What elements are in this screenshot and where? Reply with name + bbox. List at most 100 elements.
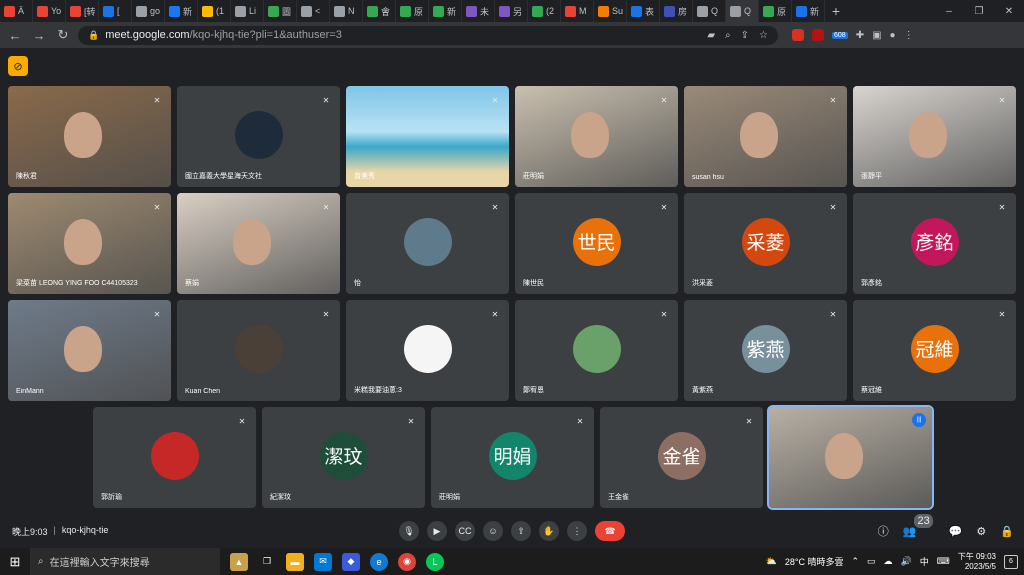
raise-hand-icon[interactable]: ✋ <box>539 521 559 541</box>
participant-tile[interactable]: ||| <box>767 405 934 510</box>
share-icon[interactable]: ⇪ <box>741 30 749 41</box>
participant-tile[interactable]: 彥銘 ✕ 郭彥銘 <box>853 193 1016 294</box>
file-explorer-icon[interactable]: ▬ <box>286 552 304 571</box>
weather-text[interactable]: 28°C 晴時多雲 <box>785 555 844 568</box>
taskbar-search-box[interactable]: ⌕ 在這裡輸入文字來搜尋 <box>30 548 220 575</box>
participant-tile[interactable]: ✕ 梁菜苗 LEONG YING FOO C44105323 <box>8 193 171 294</box>
browser-tab[interactable]: Li <box>231 0 264 22</box>
browser-tab[interactable]: Yo <box>33 0 66 22</box>
cloud-icon[interactable]: ☁ <box>884 556 893 567</box>
camera-off-indicator-icon[interactable]: ⊘ <box>8 56 28 76</box>
keyboard-icon[interactable]: ⌨ <box>937 556 950 567</box>
participant-tile[interactable]: ✕ 曾美秀 <box>346 86 509 187</box>
reload-icon[interactable]: ↻ <box>54 27 72 43</box>
participant-tile[interactable]: ✕ 米糕我要油蔥:3 <box>346 300 509 401</box>
participant-tile[interactable]: 明娟 ✕ 莊明娟 <box>431 407 594 508</box>
browser-tab[interactable]: 未 <box>462 0 495 22</box>
microphone-icon[interactable]: 🎙 <box>399 521 419 541</box>
bookmark-star-icon[interactable]: ☆ <box>759 30 768 41</box>
people-icon[interactable]: 👥23 <box>903 513 935 538</box>
browser-tab[interactable]: (2 <box>528 0 561 22</box>
more-options-icon[interactable]: ⋮ <box>567 521 587 541</box>
browser-tab[interactable]: N <box>330 0 363 22</box>
browser-tab[interactable]: 原 <box>396 0 429 22</box>
emoji-icon[interactable]: ☺ <box>483 521 503 541</box>
edge-browser-icon[interactable]: e <box>370 552 388 571</box>
participant-tile[interactable]: ✕ Kuan Chen <box>177 300 340 401</box>
browser-tab[interactable]: Ä <box>0 0 33 22</box>
participant-tile[interactable]: 世民 ✕ 陳世民 <box>515 193 678 294</box>
browser-tab[interactable]: < <box>297 0 330 22</box>
participant-tile[interactable]: 金雀 ✕ 王金雀 <box>600 407 763 508</box>
info-icon[interactable]: ⓘ <box>878 523 889 539</box>
sidepanel-icon[interactable]: ▣ <box>872 30 881 41</box>
participant-tile[interactable]: ✕ 國立嘉義大學星海天文社 <box>177 86 340 187</box>
weather-icon[interactable]: ⛅ <box>766 556 777 567</box>
menu-kebab-icon[interactable]: ⋮ <box>904 30 914 41</box>
end-call-icon[interactable]: ☎ <box>595 521 625 541</box>
participant-tile[interactable]: ✕ 張靜平 <box>853 86 1016 187</box>
forward-icon[interactable]: → <box>30 28 48 43</box>
tray-overflow-icon[interactable]: ⌃ <box>851 556 859 567</box>
editor-app-icon[interactable]: ◆ <box>342 552 360 571</box>
browser-tab[interactable]: 另 <box>495 0 528 22</box>
browser-tab[interactable]: Q <box>726 0 759 22</box>
present-screen-icon[interactable]: ⇧ <box>511 521 531 541</box>
participant-tile[interactable]: ✕ 蔡娟 <box>177 193 340 294</box>
close-icon[interactable]: ✕ <box>994 6 1024 17</box>
address-bar[interactable]: 🔒 meet.google.com/kqo-kjhq-tie?pli=1&aut… <box>78 25 778 45</box>
ime-indicator[interactable]: 中 <box>920 555 929 568</box>
zoom-icon[interactable]: ⌕ <box>725 30 731 41</box>
browser-tab[interactable]: Q <box>693 0 726 22</box>
volume-icon[interactable]: 🔊 <box>901 556 912 567</box>
participant-tile[interactable]: ✕ 鄭宥恩 <box>515 300 678 401</box>
task-view-icon[interactable]: ❐ <box>258 553 276 571</box>
line-app-icon[interactable]: L <box>426 552 444 571</box>
participant-tile[interactable]: ✕ 郭訢瑜 <box>93 407 256 508</box>
system-clock[interactable]: 下午 09:03 2023/5/5 <box>958 552 996 572</box>
minimize-icon[interactable]: – <box>934 6 964 17</box>
browser-tab[interactable]: [ <box>99 0 132 22</box>
windows-start-icon[interactable]: ⊞ <box>0 554 30 570</box>
mail-icon[interactable]: ✉ <box>314 552 332 571</box>
notification-center-icon[interactable]: 6 <box>1004 554 1018 569</box>
activities-icon[interactable]: ⚙ <box>976 525 986 538</box>
captions-icon[interactable]: CC <box>455 521 475 541</box>
profile-icon[interactable]: ● <box>890 30 896 41</box>
participant-tile[interactable]: ✕ susan hsu <box>684 86 847 187</box>
participant-tile[interactable]: ✕ 莊明娟 <box>515 86 678 187</box>
browser-tab[interactable]: go <box>132 0 165 22</box>
chat-icon[interactable]: 💬 <box>949 525 963 538</box>
host-controls-icon[interactable]: 🔒 <box>1000 525 1014 538</box>
network-icon[interactable]: ▭ <box>867 556 876 567</box>
participant-tile[interactable]: 潔玟 ✕ 紀潔玟 <box>262 407 425 508</box>
browser-tab[interactable]: 新 <box>429 0 462 22</box>
browser-tab[interactable]: [转 <box>66 0 99 22</box>
browser-tab[interactable]: 新 <box>792 0 825 22</box>
browser-tab[interactable]: 會 <box>363 0 396 22</box>
maximize-icon[interactable]: ❐ <box>964 6 994 17</box>
app-thumbnail-icon[interactable]: ▲ <box>230 552 248 571</box>
participant-tile[interactable]: 冠維 ✕ 蔡冠維 <box>853 300 1016 401</box>
chrome-browser-icon[interactable]: ◉ <box>398 552 416 571</box>
browser-tab[interactable]: 新 <box>165 0 198 22</box>
participant-tile[interactable]: ✕ 怡 <box>346 193 509 294</box>
participant-tile[interactable]: 紫燕 ✕ 黃紫燕 <box>684 300 847 401</box>
extension-icon-dark-red[interactable] <box>812 29 824 41</box>
browser-tab[interactable]: 圖 <box>264 0 297 22</box>
camera-icon[interactable]: ▶ <box>427 521 447 541</box>
browser-tab[interactable]: 房 <box>660 0 693 22</box>
back-icon[interactable]: ← <box>6 28 24 43</box>
camera-blocked-icon[interactable]: ▰ <box>707 30 715 41</box>
browser-tab[interactable]: 表 <box>627 0 660 22</box>
browser-tab[interactable]: Su <box>594 0 627 22</box>
extension-icon-red[interactable] <box>792 29 804 41</box>
puzzle-icon[interactable]: ✚ <box>856 30 864 41</box>
browser-tab[interactable]: (1 <box>198 0 231 22</box>
participant-tile[interactable]: 采菱 ✕ 洪采菱 <box>684 193 847 294</box>
new-tab-icon[interactable]: + <box>825 3 847 19</box>
participant-tile[interactable]: ✕ EinMann <box>8 300 171 401</box>
browser-tab[interactable]: M <box>561 0 594 22</box>
browser-tab[interactable]: 原 <box>759 0 792 22</box>
participant-tile[interactable]: ✕ 陳秋君 <box>8 86 171 187</box>
